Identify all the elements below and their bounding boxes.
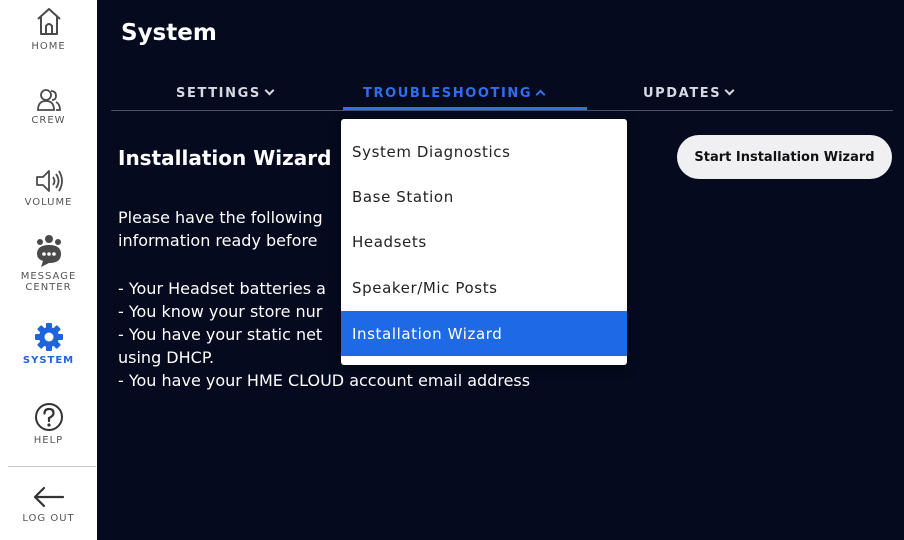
sidebar-item-label: MESSAGE CENTER (20, 271, 77, 293)
sidebar-divider (8, 466, 96, 467)
text-line: Please have the following (118, 208, 323, 227)
sidebar-item-system[interactable]: SYSTEM (0, 322, 97, 366)
sidebar: HOME CREW VOLUME MESSAGE CENTER SYSTEM H… (0, 0, 97, 540)
tab-label: SETTINGS (176, 86, 261, 101)
volume-icon (35, 170, 63, 192)
menu-item-base-station[interactable]: Base Station (341, 174, 627, 219)
sidebar-item-crew[interactable]: CREW (0, 88, 97, 126)
tab-settings[interactable]: SETTINGS (176, 85, 275, 101)
intro-text: Please have the following information re… (118, 206, 323, 252)
active-tab-indicator (343, 107, 587, 110)
sidebar-item-label: VOLUME (24, 197, 73, 208)
crew-icon (36, 89, 61, 111)
tab-bar: SETTINGS TROUBLESHOOTING UPDATES (111, 79, 893, 111)
tab-label: TROUBLESHOOTING (363, 86, 533, 101)
help-icon (34, 403, 63, 431)
sidebar-item-label: HOME (31, 41, 66, 52)
sidebar-item-label: LOG OUT (22, 513, 75, 524)
sidebar-item-label: CREW (31, 115, 66, 126)
home-icon (36, 8, 61, 35)
menu-item-system-diagnostics[interactable]: System Diagnostics (341, 129, 627, 174)
message-center-icon (36, 235, 61, 267)
tab-troubleshooting[interactable]: TROUBLESHOOTING (363, 86, 546, 101)
start-installation-wizard-button[interactable]: Start Installation Wizard (677, 135, 892, 179)
logout-arrow-icon (33, 486, 64, 508)
text-line: information ready before (118, 231, 318, 250)
menu-item-installation-wizard[interactable]: Installation Wizard (341, 311, 627, 356)
sidebar-item-label: HELP (33, 435, 64, 446)
checklist-item: - You have your HME CLOUD account email … (118, 371, 531, 390)
menu-item-headsets[interactable]: Headsets (341, 219, 627, 264)
tab-updates[interactable]: UPDATES (643, 85, 735, 101)
menu-item-speaker-mic-posts[interactable]: Speaker/Mic Posts (341, 265, 627, 310)
sidebar-item-log-out[interactable]: LOG OUT (0, 484, 97, 524)
troubleshooting-dropdown-menu: System Diagnostics Base Station Headsets… (341, 119, 627, 365)
gear-icon (34, 323, 63, 351)
main-panel: System SETTINGS TROUBLESHOOTING UPDATES … (97, 0, 904, 540)
sidebar-item-help[interactable]: HELP (0, 402, 97, 446)
sidebar-item-label: SYSTEM (22, 355, 75, 366)
sidebar-item-volume[interactable]: VOLUME (0, 168, 97, 208)
sidebar-item-home[interactable]: HOME (0, 4, 97, 52)
page-title: System (121, 20, 217, 46)
section-title: Installation Wizard (118, 146, 332, 170)
chevron-down-icon (264, 85, 275, 96)
tab-label: UPDATES (643, 86, 722, 101)
chevron-down-icon (724, 85, 735, 96)
chevron-up-icon (535, 89, 546, 100)
sidebar-item-message-center[interactable]: MESSAGE CENTER (0, 234, 97, 293)
